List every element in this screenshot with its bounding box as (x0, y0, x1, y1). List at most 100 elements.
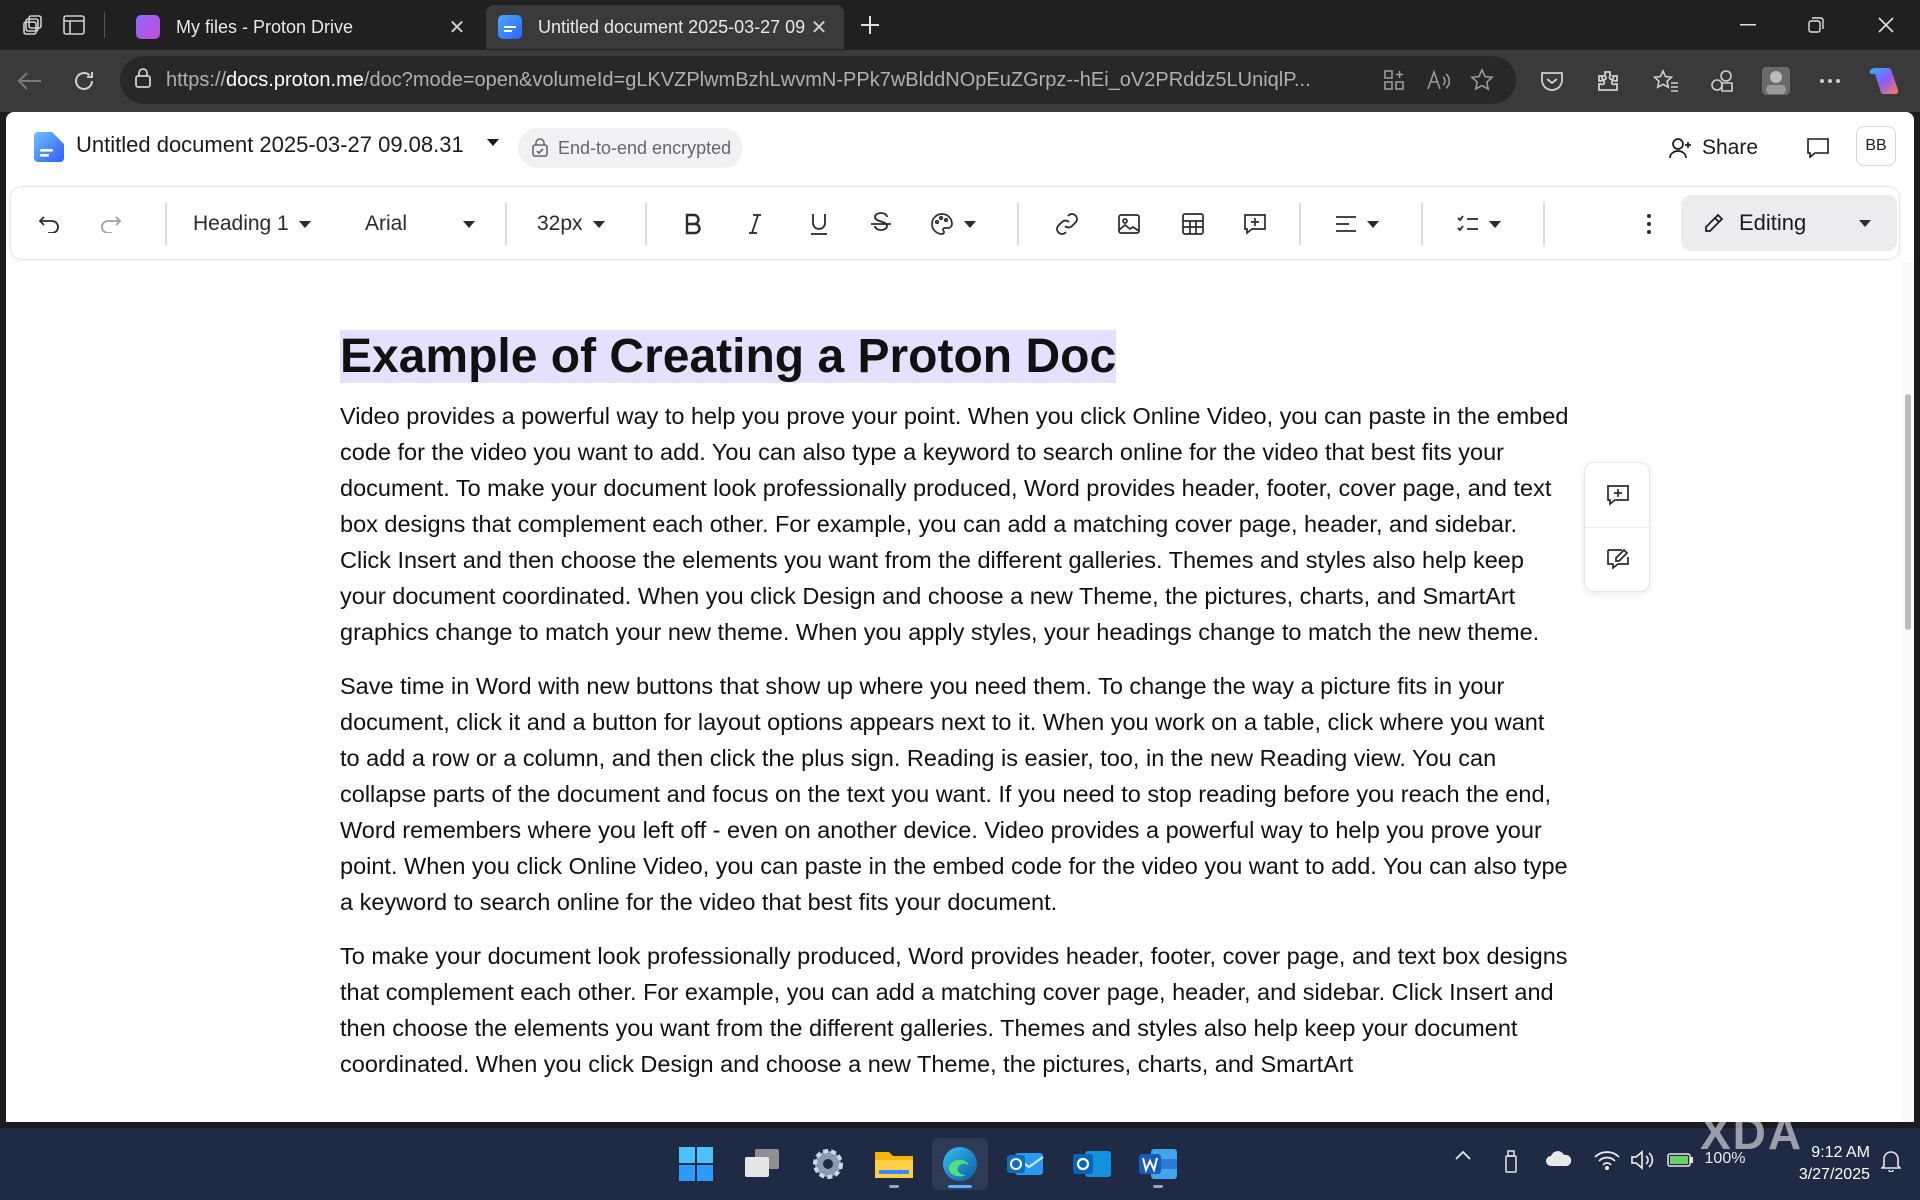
apps-icon[interactable] (1372, 62, 1416, 98)
insert-image-icon[interactable] (1111, 204, 1147, 244)
onedrive-icon[interactable] (1542, 1150, 1576, 1168)
copilot-icon[interactable] (1866, 63, 1902, 99)
windows-taskbar: 100% 9:12 AM 3/27/2025 (0, 1128, 1920, 1200)
document-title[interactable]: Untitled document 2025-03-27 09.08.31 (76, 132, 464, 158)
battery-icon[interactable] (1666, 1150, 1696, 1168)
block-style-value: Heading 1 (193, 212, 289, 235)
document-canvas[interactable]: Example of Creating a Proton Doc Video p… (6, 262, 1896, 1122)
strikethrough-button[interactable] (863, 204, 899, 244)
tab-divider (104, 12, 105, 38)
font-family-value: Arial (365, 212, 408, 235)
settings-icon[interactable] (800, 1138, 856, 1190)
start-icon[interactable] (668, 1138, 724, 1190)
share-label: Share (1702, 136, 1759, 159)
close-window-icon[interactable] (1856, 0, 1916, 50)
chevron-down-icon (1859, 220, 1871, 227)
chevron-down-icon (463, 220, 475, 228)
lock-icon[interactable] (134, 67, 152, 94)
shield-lock-icon (532, 138, 548, 157)
block-style-select[interactable]: Heading 1 (193, 204, 329, 244)
redo-icon[interactable] (93, 204, 129, 244)
add-comment-icon[interactable] (1598, 475, 1638, 515)
suggest-edit-icon[interactable] (1598, 539, 1638, 579)
wifi-icon[interactable] (1592, 1150, 1622, 1170)
word-icon[interactable] (1130, 1138, 1186, 1190)
pencil-icon (1705, 213, 1724, 232)
show-hidden-icons-chevron-icon[interactable] (1448, 1150, 1478, 1160)
usb-device-icon[interactable] (1496, 1150, 1526, 1174)
tab-title: Untitled document 2025-03-27 09.08.31 - … (538, 16, 806, 37)
chevron-down-icon (298, 220, 311, 228)
pocket-icon[interactable] (1534, 63, 1570, 99)
comments-button[interactable] (1800, 130, 1836, 166)
profile-icon[interactable] (1758, 63, 1794, 99)
document-heading[interactable]: Example of Creating a Proton Doc (340, 328, 1570, 386)
underline-button[interactable] (801, 204, 837, 244)
edge-icon[interactable] (932, 1138, 988, 1190)
workspaces-icon[interactable] (18, 9, 50, 41)
extensions-icon[interactable] (1590, 63, 1626, 99)
font-size-select[interactable]: 32px (537, 204, 617, 244)
running-indicator (889, 1185, 899, 1188)
notifications-icon[interactable] (1876, 1150, 1906, 1172)
back-icon[interactable] (12, 63, 48, 99)
restore-icon[interactable] (1786, 0, 1846, 50)
comment-icon (1807, 138, 1829, 159)
text-color-button[interactable] (925, 204, 981, 244)
document-header: Untitled document 2025-03-27 09.08.31 En… (6, 112, 1914, 182)
close-tab-icon[interactable]: ✕ (444, 15, 470, 40)
alignment-select[interactable] (1329, 204, 1385, 244)
editing-mode-select[interactable]: Editing (1681, 195, 1897, 251)
new-tab-icon[interactable] (854, 9, 886, 41)
running-indicator (948, 1185, 972, 1188)
address-bar[interactable]: https://docs.proton.me/doc?mode=open&vol… (120, 56, 1516, 104)
more-icon[interactable] (1812, 63, 1848, 99)
proton-docs-logo-icon[interactable] (34, 132, 64, 162)
share-button[interactable]: Share (1668, 128, 1758, 168)
vertical-scrollbar[interactable] (1902, 262, 1914, 1122)
encryption-badge[interactable]: End-to-end encrypted (518, 128, 744, 168)
insert-link-icon[interactable] (1049, 204, 1085, 244)
undo-icon[interactable] (31, 204, 67, 244)
title-menu-chevron-icon[interactable] (486, 138, 500, 148)
add-comment-icon[interactable] (1237, 204, 1273, 244)
refresh-icon[interactable] (66, 63, 102, 99)
scrollbar-thumb[interactable] (1905, 394, 1911, 630)
url-path: /doc?mode=open&volumeId=gLKVZPlwmBzhLwvm… (363, 68, 1311, 91)
paragraph[interactable]: Video provides a powerful way to help yo… (340, 398, 1570, 650)
proton-drive-favicon (136, 15, 160, 39)
font-family-select[interactable]: Arial (365, 204, 477, 244)
insert-table-icon[interactable] (1175, 204, 1211, 244)
browser-essentials-icon[interactable] (1704, 63, 1740, 99)
volume-icon[interactable] (1628, 1150, 1658, 1170)
minimize-icon[interactable] (1718, 0, 1778, 50)
tab-proton-drive[interactable]: My files - Proton Drive ✕ (124, 5, 482, 49)
document-body[interactable]: Example of Creating a Proton Doc Video p… (340, 328, 1570, 1100)
checklist-icon (1457, 215, 1478, 232)
outlook-new-icon[interactable] (998, 1138, 1054, 1190)
italic-button[interactable] (737, 204, 773, 244)
paragraph[interactable]: Save time in Word with new buttons that … (340, 668, 1570, 920)
tab-title: My files - Proton Drive (176, 16, 354, 37)
outlook-icon[interactable] (1064, 1138, 1120, 1190)
url-host: docs.proton.me (226, 68, 364, 91)
list-select[interactable] (1451, 204, 1507, 244)
close-tab-icon[interactable]: ✕ (806, 15, 832, 40)
tab-proton-docs[interactable]: Untitled document 2025-03-27 09.08.31 - … (486, 5, 844, 49)
more-options-icon[interactable] (1637, 204, 1661, 244)
url-text[interactable]: https://docs.proton.me/doc?mode=open&vol… (166, 69, 1372, 92)
task-view-icon[interactable] (734, 1138, 790, 1190)
favorites-icon[interactable] (1648, 63, 1684, 99)
read-aloud-icon[interactable] (1416, 62, 1460, 98)
paragraph[interactable]: To make your document look professionall… (340, 938, 1570, 1082)
chevron-down-icon (592, 220, 605, 228)
tab-actions-icon[interactable] (58, 9, 90, 41)
bold-button[interactable] (675, 204, 711, 244)
avatar[interactable]: BB (1856, 126, 1896, 166)
encryption-badge-label: End-to-end encrypted (558, 137, 732, 158)
toolbar-divider (505, 203, 507, 245)
selected-heading-text: Example of Creating a Proton Doc (340, 330, 1117, 383)
panel-divider (1585, 527, 1649, 528)
file-explorer-icon[interactable] (866, 1138, 922, 1190)
favorite-icon[interactable] (1460, 62, 1504, 98)
